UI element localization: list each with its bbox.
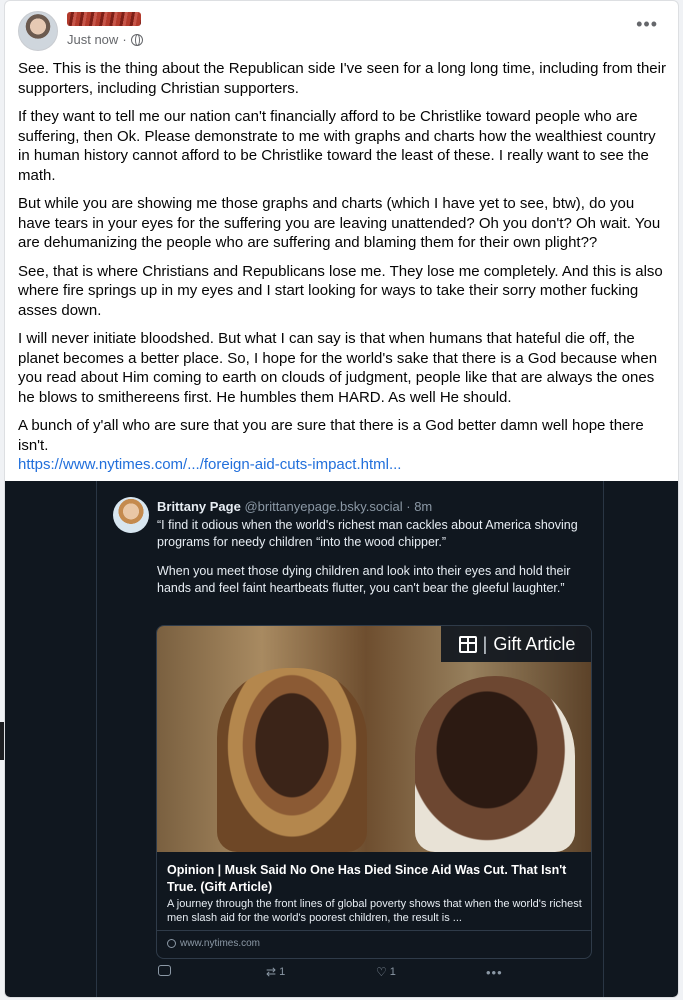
bsky-post-age: · 8m xyxy=(406,499,433,514)
post-paragraph: See, that is where Christians and Republ… xyxy=(18,262,663,319)
bsky-author-avatar xyxy=(113,497,149,533)
post-paragraph: I will never initiate bloodshed. But wha… xyxy=(18,330,658,406)
article-domain-text: www.nytimes.com xyxy=(180,938,261,949)
gift-separator: | xyxy=(482,633,488,654)
gift-label: Gift Article xyxy=(493,633,576,654)
bsky-paragraph: “I find it odious when the world's riche… xyxy=(157,518,578,549)
repost-action: ⇄ 1 xyxy=(266,965,285,979)
reply-icon xyxy=(158,965,171,976)
like-action: ♡ 1 xyxy=(376,965,396,979)
like-count: 1 xyxy=(389,966,396,978)
gift-icon xyxy=(458,635,477,653)
embedded-screenshot[interactable]: Brittany Page @brittanyepage.bsky.social… xyxy=(5,481,678,997)
more-horizontal-icon[interactable]: ••• xyxy=(636,15,658,33)
photo-figure-child xyxy=(415,676,575,852)
post-paragraph: If they want to tell me our nation can't… xyxy=(18,108,656,184)
bsky-paragraph: When you meet those dying children and l… xyxy=(157,564,571,595)
globe-icon xyxy=(167,939,176,948)
article-preview-card: | Gift Article Opinion | Musk Said No On… xyxy=(156,625,592,959)
globe-icon[interactable] xyxy=(130,33,143,46)
meta-separator: · xyxy=(122,32,127,47)
post-timestamp[interactable]: Just now xyxy=(67,32,118,47)
heart-icon: ♡ xyxy=(376,965,387,979)
post-paragraph: See. This is the thing about the Republi… xyxy=(18,60,666,97)
card-divider xyxy=(157,930,591,931)
photo-figure-girl xyxy=(217,668,367,852)
gift-article-badge: | Gift Article xyxy=(441,626,591,662)
bsky-post-text: “I find it odious when the world's riche… xyxy=(157,517,597,609)
reply-action xyxy=(158,965,171,976)
article-domain: www.nytimes.com xyxy=(167,938,260,949)
article-link[interactable]: https://www.nytimes.com/.../foreign-aid-… xyxy=(18,455,668,475)
article-title: Opinion | Musk Said No One Has Died Sinc… xyxy=(167,863,567,894)
repost-count: 1 xyxy=(279,966,286,978)
bsky-action-bar: ⇄ 1 ♡ 1 ••• xyxy=(156,965,592,985)
post-meta: Just now · xyxy=(67,32,143,47)
article-photo: | Gift Article xyxy=(157,626,591,852)
post-paragraph: But while you are showing me those graph… xyxy=(18,195,661,251)
author-name-redacted[interactable] xyxy=(67,12,141,26)
bsky-author-handle: @brittanyepage.bsky.social xyxy=(244,499,403,514)
bsky-author-name: Brittany Page xyxy=(157,499,241,514)
post-header: Just now · ••• xyxy=(5,1,678,59)
bsky-post-header: Brittany Page @brittanyepage.bsky.social… xyxy=(157,499,432,514)
article-description: A journey through the front lines of glo… xyxy=(167,898,582,924)
more-horizontal-icon: ••• xyxy=(486,965,503,980)
author-avatar[interactable] xyxy=(18,11,58,51)
post-body: See. This is the thing about the Republi… xyxy=(18,59,668,475)
post-paragraph: A bunch of y'all who are sure that you a… xyxy=(18,417,644,454)
repost-icon: ⇄ xyxy=(266,965,277,979)
facebook-post: Just now · ••• See. This is the thing ab… xyxy=(4,0,679,998)
bsky-more-action: ••• xyxy=(486,965,503,980)
